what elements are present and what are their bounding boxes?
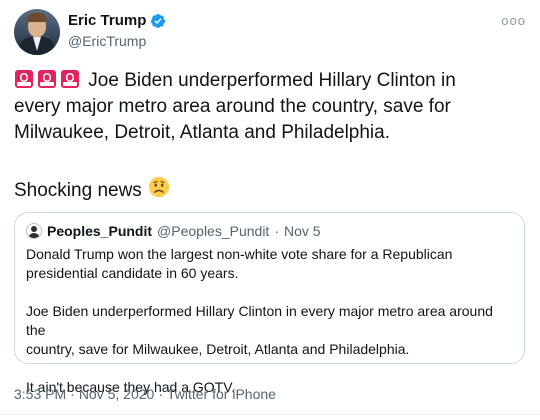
quoted-author-handle[interactable]: @Peoples_Pundit <box>157 223 269 239</box>
author-avatar[interactable] <box>14 9 60 55</box>
quoted-tweet-body: Donald Trump won the largest non-white v… <box>26 245 516 397</box>
police-light-emoji-icon <box>37 69 57 89</box>
separator-dot: · <box>158 386 163 402</box>
tweet-text-line: every major metro area around the countr… <box>14 96 451 117</box>
police-light-emoji-icon <box>60 69 80 89</box>
author-name-row: Eric Trump <box>68 12 166 29</box>
ellipsis-icon[interactable]: ooo <box>501 13 526 28</box>
tweet-text-line: Milwaukee, Detroit, Atlanta and Philadel… <box>14 122 391 143</box>
police-light-emoji-icon <box>14 69 34 89</box>
worried-face-emoji-icon <box>148 176 170 206</box>
author-display-name[interactable]: Eric Trump <box>68 12 146 29</box>
author-handle[interactable]: @EricTrump <box>68 33 146 49</box>
separator-dot: · <box>70 386 75 402</box>
quoted-tweet[interactable]: Peoples_Pundit @Peoples_Pundit · Nov 5 D… <box>14 212 525 395</box>
divider <box>0 414 540 415</box>
tweet-source-link[interactable]: Twitter for iPhone <box>167 386 276 402</box>
tweet-body: Joe Biden underperformed Hillary Clinton… <box>14 68 524 146</box>
quoted-paragraph: Joe Biden underperformed Hillary Clinton… <box>26 303 493 357</box>
avatar-hair <box>27 13 47 22</box>
quoted-tweet-date[interactable]: Nov 5 <box>284 223 321 239</box>
tweet-shock-line: Shocking news <box>14 176 170 206</box>
shocking-news-text: Shocking news <box>14 180 142 201</box>
tweet-metadata: 3:53 PM · Nov 5, 2020 · Twitter for iPho… <box>14 386 276 402</box>
tweet-date[interactable]: Nov 5, 2020 <box>79 386 155 402</box>
tweet-text-line: Joe Biden underperformed Hillary Clinton… <box>88 70 456 91</box>
quoted-paragraph: Donald Trump won the largest non-white v… <box>26 246 453 281</box>
separator-dot: · <box>274 223 279 239</box>
quoted-tweet-header: Peoples_Pundit @Peoples_Pundit · Nov 5 <box>26 223 321 239</box>
tweet-card: Eric Trump @EricTrump ooo Joe Biden unde… <box>0 0 540 420</box>
quoted-author-avatar[interactable] <box>26 223 42 239</box>
quoted-author-name[interactable]: Peoples_Pundit <box>47 223 152 239</box>
tweet-time[interactable]: 3:53 PM <box>14 386 66 402</box>
verified-badge-icon <box>150 13 166 29</box>
